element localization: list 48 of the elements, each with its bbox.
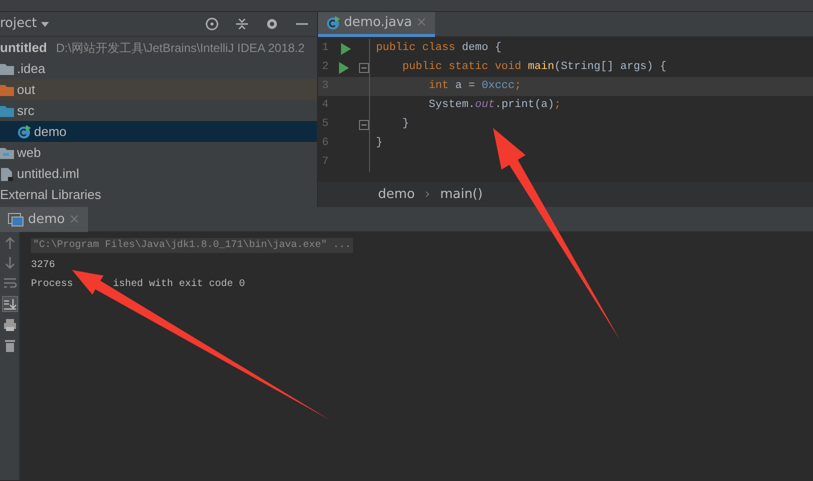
code-line: } (401, 117, 410, 132)
code-line: public static void main(String[] args) { (401, 60, 666, 76)
console-output: ished with exit code 0 (113, 278, 246, 292)
tree-item[interactable]: demo (0, 121, 317, 142)
code-line: } (375, 136, 383, 152)
tree-item[interactable]: src (0, 100, 317, 121)
folder-icon (0, 82, 14, 96)
console-command: "C:\Program Files\Java\jdk1.8.0_171\bin\java.exe" ... (31, 238, 354, 254)
collapse-all-icon[interactable] (235, 17, 249, 31)
locate-icon[interactable] (205, 17, 219, 31)
tree-item[interactable]: out (0, 79, 317, 100)
tree-item[interactable]: untitled.iml (0, 163, 317, 184)
line-number: 6 (321, 136, 330, 152)
class-icon (326, 16, 340, 30)
fold-icon[interactable] (359, 62, 369, 72)
line-number: 5 (321, 117, 330, 132)
settings-icon[interactable] (265, 17, 279, 31)
tree-item[interactable]: .idea (0, 58, 317, 79)
code-line: System.out.print(a); (428, 98, 561, 114)
line-number: 1 (321, 41, 330, 56)
class-icon (17, 124, 31, 138)
breadcrumb-separator: › (424, 186, 430, 204)
line-number: 2 (321, 60, 330, 76)
panel-title[interactable]: roject (0, 14, 37, 34)
editor-tab[interactable]: demo.java × (318, 12, 435, 37)
run-tab[interactable]: demo × (0, 207, 88, 232)
folder-icon (0, 104, 14, 118)
line-number: 4 (321, 98, 330, 114)
code-line: int a = 0xccc; (428, 79, 522, 94)
print-icon[interactable] (2, 318, 16, 332)
console-output: 3276 (31, 258, 56, 273)
tree-item[interactable]: web (0, 142, 317, 163)
breadcrumb[interactable]: demo (378, 185, 415, 205)
folder-icon (0, 146, 14, 160)
down-arrow-icon[interactable] (2, 256, 16, 270)
code-line: public class demo { (375, 41, 502, 56)
soft-wrap-icon[interactable] (2, 276, 16, 290)
trash-icon[interactable] (2, 338, 16, 352)
up-arrow-icon[interactable] (2, 236, 16, 250)
fold-icon[interactable] (359, 120, 369, 130)
scroll-to-end-icon[interactable] (2, 296, 18, 312)
line-number: 7 (321, 155, 330, 170)
folder-icon (0, 62, 14, 76)
breadcrumb[interactable]: main() (440, 185, 483, 205)
console-icon (8, 212, 24, 226)
tree-item[interactable]: untitled D:\网站开发工具\JetBrains\IntelliJ IDEA 2018.2 (0, 37, 317, 58)
console-output: Process (31, 278, 74, 292)
tree-item[interactable]: External Libraries (0, 184, 317, 205)
